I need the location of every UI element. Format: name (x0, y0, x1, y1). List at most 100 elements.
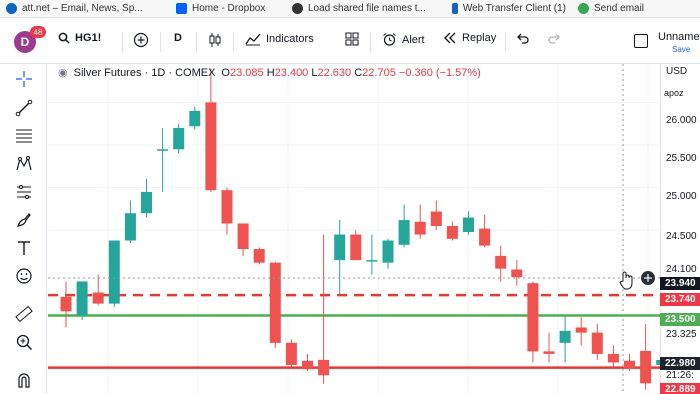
brush-tool[interactable] (14, 210, 34, 230)
layout-name[interactable]: Unname (658, 31, 700, 43)
replay-label: Replay (462, 32, 497, 44)
indicators-button[interactable]: Indicators (245, 32, 314, 46)
brush-icon (17, 213, 31, 227)
prediction-icon (17, 185, 31, 199)
redo-icon (548, 33, 560, 44)
candle-body (511, 269, 523, 278)
replay-button[interactable]: Replay (443, 32, 496, 44)
candle-body (398, 220, 410, 245)
globe-icon (6, 3, 17, 14)
emoji-tool[interactable] (14, 266, 34, 286)
chart-legend: ◉ Silver Futures · 1D · COMEX O23.085 H2… (58, 66, 481, 80)
candle-body (173, 127, 185, 150)
alarm-clock-icon (383, 33, 396, 46)
send-icon (578, 3, 589, 14)
bookmark-dropbox[interactable]: Home - Dropbox (170, 3, 286, 14)
zoom-tool[interactable] (14, 332, 34, 352)
candle-body (495, 255, 507, 269)
candle-body (350, 234, 362, 261)
candle-body (607, 353, 619, 363)
bookmark-transfer[interactable]: Web Transfer Client (1) (446, 3, 572, 14)
candle-body (334, 234, 346, 261)
price-chart[interactable] (48, 64, 660, 394)
ohlc-values: O23.085 H23.400 L22.630 C22.705 −0.360 (… (221, 67, 480, 79)
candle-body (269, 262, 281, 343)
resistance-price-label: 23.740 (660, 293, 700, 306)
alert-label: Alert (402, 33, 425, 46)
candle-body (237, 223, 249, 250)
toolbar-divider (505, 32, 506, 52)
transfer-icon (452, 3, 458, 14)
candle-body (60, 296, 72, 312)
candle-body (253, 249, 265, 263)
trend-line-tool[interactable] (14, 98, 34, 118)
measure-tool[interactable] (14, 304, 34, 324)
price-tick: 24.500 (666, 231, 697, 242)
symbol-search-button[interactable]: HG1! (58, 32, 101, 44)
notification-badge: 48 (30, 26, 46, 38)
pattern-tool[interactable] (14, 154, 34, 174)
candle-body (92, 292, 104, 304)
bookmark-label: Send email (594, 3, 645, 14)
candle-body (446, 226, 458, 239)
candle-body (124, 213, 136, 241)
dropbox-icon (176, 3, 187, 14)
candle-body (624, 360, 635, 369)
ruler-icon (15, 305, 33, 323)
text-tool[interactable] (14, 238, 34, 258)
bookmark-att[interactable]: att.net – Email, News, Sp... (0, 3, 170, 14)
smiley-icon (16, 268, 32, 284)
layout-checkbox[interactable] (634, 34, 648, 48)
magnet-tool[interactable] (14, 370, 34, 390)
rewind-icon (444, 32, 456, 44)
trend-line-icon (15, 99, 33, 117)
indicators-label: Indicators (266, 33, 314, 45)
search-icon (58, 32, 70, 44)
compare-symbol-button[interactable] (133, 32, 149, 48)
candle-body (205, 102, 217, 191)
candle-body (189, 110, 201, 127)
alert-button[interactable]: Alert (382, 32, 425, 47)
redo-button[interactable] (547, 32, 561, 44)
prediction-tool[interactable] (14, 182, 34, 202)
crosshair-tool[interactable] (14, 69, 34, 89)
bookmark-label: Load shared file names t... (308, 3, 426, 14)
fib-retracement-icon (16, 129, 32, 143)
candle-body (302, 360, 313, 370)
scale-mode-label[interactable]: apoz (664, 88, 684, 98)
candle-body (575, 327, 587, 333)
price-axis[interactable] (660, 64, 700, 394)
low-price-label: 22.889 (660, 383, 700, 394)
drawing-toolbar (0, 64, 47, 394)
candle-body (382, 240, 394, 263)
layouts-button[interactable] (345, 32, 359, 46)
bookmark-github[interactable]: Load shared file names t... (286, 3, 446, 14)
open-label: O (221, 66, 230, 79)
price-tick: 25.000 (666, 191, 697, 202)
toolbar-divider (233, 32, 234, 52)
price-tick: 26.000 (666, 115, 697, 126)
candle-body (414, 221, 426, 235)
bookmark-send-email[interactable]: Send email (572, 3, 650, 14)
github-icon (292, 3, 303, 14)
zoom-in-icon (16, 334, 32, 350)
chart-type-button[interactable] (208, 32, 222, 48)
text-icon (18, 241, 30, 255)
candle-body (141, 191, 152, 214)
fib-tool[interactable] (14, 126, 34, 146)
candle-body (108, 240, 120, 304)
interval-button[interactable]: D (174, 32, 182, 44)
symbol-title[interactable]: Silver Futures · 1D · COMEX (74, 67, 216, 79)
grid-icon (345, 32, 359, 46)
currency-label[interactable]: USD (666, 66, 687, 77)
magnet-icon (18, 373, 30, 388)
toolbar-divider (370, 32, 371, 52)
eye-icon[interactable]: ◉ (58, 66, 68, 79)
undo-button[interactable] (516, 32, 530, 44)
last-price-label: 22.980 (660, 357, 700, 370)
candle-body (640, 350, 652, 384)
save-label[interactable]: Save (672, 45, 690, 54)
bookmarks-bar: att.net – Email, News, Sp... Home - Drop… (0, 0, 700, 18)
toolbar-divider (196, 32, 197, 52)
candlestick-icon (209, 33, 221, 47)
